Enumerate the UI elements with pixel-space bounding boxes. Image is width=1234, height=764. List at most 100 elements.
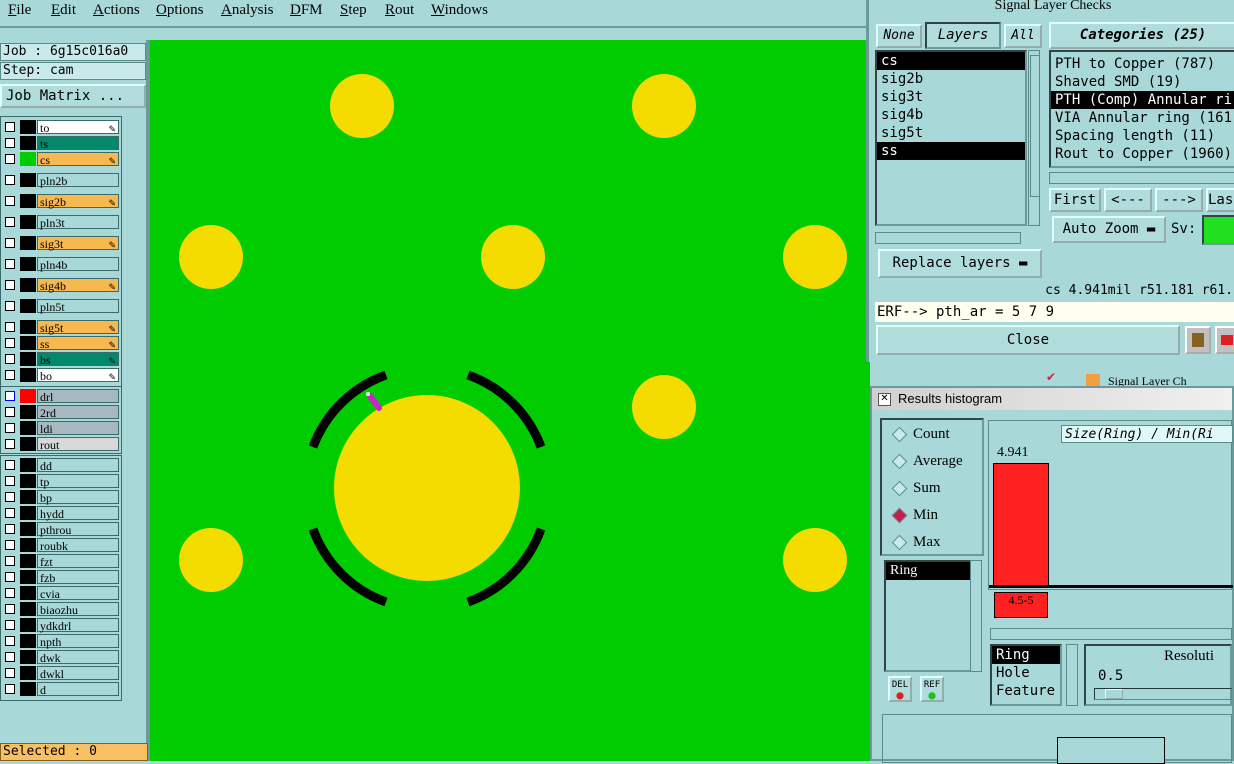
layer-name[interactable]: pln2b bbox=[37, 173, 119, 188]
layer-checkbox[interactable] bbox=[5, 175, 15, 185]
layer-name[interactable]: cvia bbox=[37, 586, 119, 601]
layer-list[interactable]: cs sig2b sig3t sig4b sig5t ss bbox=[875, 50, 1027, 226]
type-list-scrollbar[interactable] bbox=[1066, 644, 1078, 706]
layer-color-swatch[interactable] bbox=[20, 666, 36, 680]
field-ring[interactable]: Ring bbox=[886, 562, 974, 580]
layer-checkbox[interactable] bbox=[5, 196, 15, 206]
layer-checkbox[interactable] bbox=[5, 572, 15, 582]
type-item[interactable]: Feature bbox=[992, 682, 1060, 700]
category-item[interactable]: Spacing length (11) bbox=[1051, 127, 1234, 145]
layer-color-swatch[interactable] bbox=[20, 437, 36, 451]
layer-checkbox[interactable] bbox=[5, 668, 15, 678]
category-list[interactable]: PTH to Copper (787) Shaved SMD (19) PTH (C… bbox=[1049, 50, 1234, 168]
layer-name[interactable]: ydkdrl bbox=[37, 618, 119, 633]
layer-row-biaozhu[interactable]: biaozhu bbox=[3, 602, 119, 617]
layer-row-bs[interactable]: bs ✎ bbox=[3, 352, 119, 367]
layer-checkbox[interactable] bbox=[5, 540, 15, 550]
layer-name[interactable]: pln4b bbox=[37, 257, 119, 272]
layer-list-scrollbar[interactable] bbox=[1028, 50, 1040, 226]
layer-checkbox[interactable] bbox=[5, 423, 15, 433]
layer-color-swatch[interactable] bbox=[20, 320, 36, 334]
error-marker-icon[interactable] bbox=[366, 392, 382, 411]
layer-color-swatch[interactable] bbox=[20, 405, 36, 419]
layer-row-roubk[interactable]: roubk bbox=[3, 538, 119, 553]
close-button[interactable]: Close bbox=[876, 325, 1180, 355]
layer-name[interactable]: d bbox=[37, 682, 119, 697]
layer-color-swatch[interactable] bbox=[20, 152, 36, 166]
pad[interactable] bbox=[330, 74, 394, 138]
layer-checkbox[interactable] bbox=[5, 338, 15, 348]
layer-checkbox[interactable] bbox=[5, 652, 15, 662]
close-icon[interactable]: ✕ bbox=[878, 393, 891, 406]
layer-checkbox[interactable] bbox=[5, 588, 15, 598]
layer-row-dwkl[interactable]: dwkl bbox=[3, 666, 119, 681]
layer-checkbox[interactable] bbox=[5, 476, 15, 486]
layer-color-swatch[interactable] bbox=[20, 490, 36, 504]
layer-name[interactable]: hydd bbox=[37, 506, 119, 521]
sv-color-swatch[interactable] bbox=[1202, 215, 1234, 245]
field-list[interactable]: Ring bbox=[884, 560, 976, 672]
category-item[interactable]: Shaved SMD (19) bbox=[1051, 73, 1234, 91]
layer-color-swatch[interactable] bbox=[20, 257, 36, 271]
mode-radio-count[interactable]: Count bbox=[891, 426, 950, 443]
layer-list-item[interactable]: ss bbox=[877, 142, 1025, 160]
none-button[interactable]: None bbox=[876, 24, 922, 48]
pad[interactable] bbox=[179, 528, 243, 592]
layer-color-swatch[interactable] bbox=[20, 236, 36, 250]
layer-checkbox[interactable] bbox=[5, 280, 15, 290]
layer-list-item[interactable]: sig4b bbox=[877, 106, 1025, 124]
layer-checkbox[interactable] bbox=[5, 636, 15, 646]
layer-color-swatch[interactable] bbox=[20, 194, 36, 208]
layer-row-drl[interactable]: drl bbox=[3, 389, 119, 404]
replace-layers-dropdown[interactable]: Replace layers ▬ bbox=[878, 249, 1042, 278]
layer-checkbox[interactable] bbox=[5, 138, 15, 148]
layer-checkbox[interactable] bbox=[5, 407, 15, 417]
stop-icon[interactable] bbox=[1215, 326, 1234, 354]
menu-analysis[interactable]: Analysis bbox=[221, 2, 274, 19]
pad[interactable] bbox=[632, 74, 696, 138]
layer-row-cvia[interactable]: cvia bbox=[3, 586, 119, 601]
layer-row-ss[interactable]: ss ✎ bbox=[3, 336, 119, 351]
layer-row-ldi[interactable]: ldi bbox=[3, 421, 119, 436]
layer-row-cs[interactable]: cs ✎ bbox=[3, 152, 119, 167]
layer-name[interactable]: fzt bbox=[37, 554, 119, 569]
layer-checkbox[interactable] bbox=[5, 238, 15, 248]
layer-name[interactable]: pln3t bbox=[37, 215, 119, 230]
prev-button[interactable]: <--- bbox=[1104, 188, 1152, 212]
menu-rout[interactable]: Rout bbox=[385, 2, 414, 19]
layer-checkbox[interactable] bbox=[5, 154, 15, 164]
layer-color-swatch[interactable] bbox=[20, 278, 36, 292]
layer-checkbox[interactable] bbox=[5, 391, 15, 401]
radio-diamond-icon[interactable] bbox=[891, 426, 908, 443]
mode-radio-average[interactable]: Average bbox=[891, 453, 963, 470]
layer-name[interactable]: dwkl bbox=[37, 666, 119, 681]
layer-row-pln4b[interactable]: pln4b bbox=[3, 257, 119, 272]
layer-color-swatch[interactable] bbox=[20, 570, 36, 584]
category-item[interactable]: PTH to Copper (787) bbox=[1051, 55, 1234, 73]
layer-name[interactable]: bs ✎ bbox=[37, 352, 119, 367]
menu-dfm[interactable]: DFM bbox=[290, 2, 323, 19]
layer-row-pln2b[interactable]: pln2b bbox=[3, 173, 119, 188]
first-button[interactable]: First bbox=[1049, 188, 1101, 212]
layer-name[interactable]: 2rd bbox=[37, 405, 119, 420]
layer-name[interactable]: pln5t bbox=[37, 299, 119, 314]
menu-edit[interactable]: Edit bbox=[51, 2, 76, 19]
layer-color-swatch[interactable] bbox=[20, 474, 36, 488]
layer-color-swatch[interactable] bbox=[20, 458, 36, 472]
layer-color-swatch[interactable] bbox=[20, 136, 36, 150]
layer-row-npth[interactable]: npth bbox=[3, 634, 119, 649]
layer-name[interactable]: dwk bbox=[37, 650, 119, 665]
layer-checkbox[interactable] bbox=[5, 122, 15, 132]
resolution-slider[interactable] bbox=[1094, 688, 1232, 700]
radio-diamond-icon[interactable] bbox=[891, 534, 908, 551]
layer-row-pthrou[interactable]: pthrou bbox=[3, 522, 119, 537]
pad[interactable] bbox=[632, 375, 696, 439]
layer-checkbox[interactable] bbox=[5, 524, 15, 534]
layer-checkbox[interactable] bbox=[5, 460, 15, 470]
layer-checkbox[interactable] bbox=[5, 620, 15, 630]
menu-windows[interactable]: Windows bbox=[431, 2, 488, 19]
radio-diamond-icon[interactable] bbox=[891, 453, 908, 470]
layer-checkbox[interactable] bbox=[5, 684, 15, 694]
layer-color-swatch[interactable] bbox=[20, 586, 36, 600]
layer-row-tp[interactable]: tp bbox=[3, 474, 119, 489]
